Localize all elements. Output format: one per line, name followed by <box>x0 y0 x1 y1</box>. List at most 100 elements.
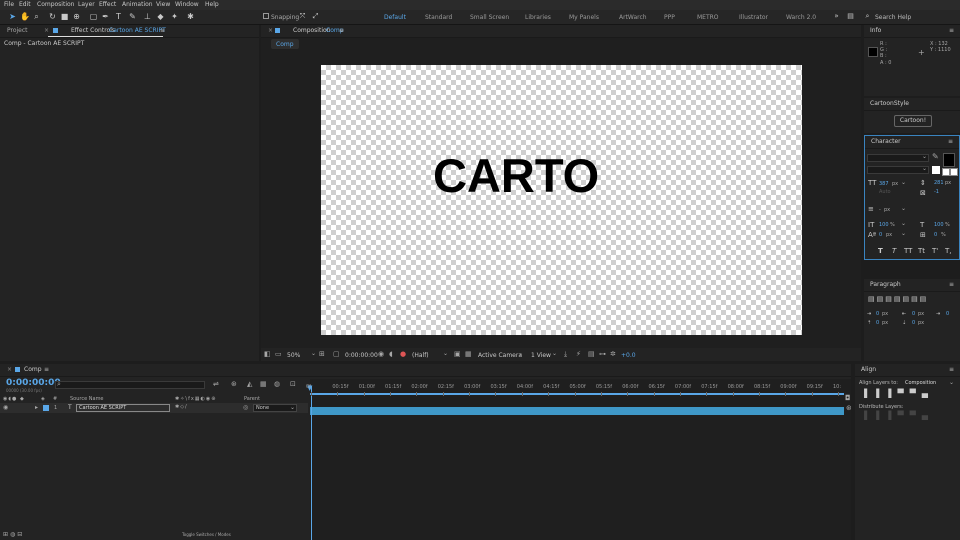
transparency-grid-icon[interactable]: ▦ <box>465 350 472 358</box>
workspace-overflow-icon[interactable]: » <box>832 12 841 21</box>
align-buttons-icons[interactable]: ▐▐▐▀▀▄ <box>861 389 934 398</box>
snapshot-icon[interactable]: ◉ <box>378 350 384 358</box>
workspace-my-panels[interactable]: My Panels <box>569 14 599 21</box>
tab-project[interactable]: Project <box>7 25 28 37</box>
chevron-down-icon[interactable]: ⌄ <box>518 350 523 357</box>
chevron-down-icon[interactable]: ⌄ <box>922 153 927 160</box>
chevron-down-icon[interactable]: ⌄ <box>901 230 906 237</box>
rotate-tool-icon[interactable]: ↻ <box>48 12 57 21</box>
chevron-down-icon[interactable]: ⌄ <box>290 404 295 411</box>
menu-help[interactable]: Help <box>205 1 219 8</box>
panel-menu-icon[interactable]: ≡ <box>949 364 954 376</box>
current-time-indicator[interactable] <box>311 386 312 540</box>
tracking2-value[interactable]: -1 <box>934 189 939 195</box>
no-stroke-swatch[interactable] <box>950 168 958 176</box>
comp-mini-flowchart-icon[interactable]: ⇌ <box>213 380 219 388</box>
pan-behind-tool-icon[interactable]: ⊕ <box>72 12 81 21</box>
faux-bold-button[interactable]: T <box>878 247 883 255</box>
exposure-value[interactable]: +0.0 <box>621 352 636 359</box>
layer-row[interactable]: ◉ ▸ 1 T Cartoon AE SCRIPT ✱◇/ ◎ None ⌄ <box>0 403 308 413</box>
chevron-down-icon[interactable]: ⌄ <box>901 220 906 227</box>
alignment-buttons-icon[interactable]: ▤▤▤▤▤▤▤ <box>868 295 928 303</box>
font-size-value[interactable]: 387 <box>879 181 889 187</box>
superscript-button[interactable]: T' <box>932 247 938 255</box>
workspace-standard[interactable]: Standard <box>425 14 452 21</box>
type-tool-icon[interactable]: T <box>114 12 123 21</box>
indent-left-value[interactable]: 0 <box>876 311 879 317</box>
workspace-switch-icon[interactable]: ▤ <box>846 12 855 21</box>
workspace-default[interactable]: Default <box>384 14 406 21</box>
panel-menu-icon[interactable]: ≡ <box>948 136 953 148</box>
preview-icon[interactable]: ◧ <box>264 350 271 358</box>
canvas-text-layer[interactable]: CARTO <box>433 148 599 204</box>
zoom-slider-icon[interactable]: ◘ <box>845 394 851 402</box>
video-visibility-icon[interactable]: ◉ <box>3 404 8 411</box>
tsume-value[interactable]: 0 <box>934 232 937 238</box>
toggle-pixel-icon[interactable]: ⤓ <box>564 350 567 359</box>
eyedropper-icon[interactable]: ✎ <box>932 152 939 161</box>
menu-window[interactable]: Window <box>175 1 199 8</box>
space-after-value[interactable]: 0 <box>912 320 915 326</box>
pen-tool-icon[interactable]: ✒ <box>101 12 110 21</box>
timeline-icon[interactable]: ▤ <box>588 350 595 358</box>
frame-blending-icon[interactable]: ▦ <box>260 380 267 388</box>
chevron-down-icon[interactable]: ⌄ <box>443 350 448 357</box>
font-style-field[interactable] <box>867 166 929 174</box>
chevron-down-icon[interactable]: ⌄ <box>901 179 906 186</box>
close-icon[interactable]: × <box>7 364 12 376</box>
tab-timeline-comp[interactable]: Comp <box>24 364 42 376</box>
menu-edit[interactable]: Edit <box>19 1 31 8</box>
stroke-color-swatch[interactable] <box>932 166 940 174</box>
snap-options-icon[interactable]: ⤢ <box>311 12 320 21</box>
baseline-value[interactable]: 0 <box>879 232 882 238</box>
puppet-tool-icon[interactable]: ✱ <box>186 12 195 21</box>
workspace-ppp[interactable]: PPP <box>664 14 675 21</box>
comp-timecode[interactable]: 0:00:00:00 <box>345 352 378 359</box>
hscale-value[interactable]: 100 <box>934 222 944 228</box>
show-snapshot-icon[interactable]: ◖ <box>389 350 393 358</box>
panel-menu-icon[interactable]: ≡ <box>949 279 954 291</box>
brush-tool-icon[interactable]: ✎ <box>128 12 137 21</box>
toggle-switches-modes[interactable]: Toggle Switches / Modes <box>182 532 231 537</box>
workspace-libraries[interactable]: Libraries <box>525 14 551 21</box>
snapping-checkbox[interactable] <box>263 13 269 19</box>
layer-switches-icons[interactable]: ✱◇/ <box>175 404 188 410</box>
panel-menu-icon[interactable]: ≡ <box>949 25 954 37</box>
layer-name-field[interactable]: Cartoon AE SCRIPT <box>76 404 170 412</box>
fast-previews-icon[interactable]: ⚡ <box>576 350 581 358</box>
shy-icon[interactable]: ◭ <box>247 380 252 388</box>
expand-arrow-icon[interactable]: ▸ <box>35 404 38 411</box>
workspace-small-screen[interactable]: Small Screen <box>470 14 509 21</box>
chevron-down-icon[interactable]: ⌄ <box>949 379 954 386</box>
distribute-buttons-icons[interactable]: ▐▐▐▀▀▄ <box>861 411 934 420</box>
search-help-input[interactable]: Search Help <box>875 14 911 21</box>
resolution-value[interactable]: (Half) <box>412 352 429 359</box>
safe-margins-icon[interactable]: ⊞ <box>319 350 325 358</box>
menu-animation[interactable]: Animation <box>122 1 153 8</box>
exposure-icon[interactable]: ✲ <box>610 350 616 358</box>
tab-composition[interactable]: Composition <box>293 25 330 37</box>
subscript-button[interactable]: T, <box>945 247 952 255</box>
stroke-value[interactable]: - <box>879 207 881 213</box>
motion-blur-icon[interactable]: ◍ <box>274 380 280 388</box>
layer-name[interactable]: Cartoon AE SCRIPT <box>79 405 126 411</box>
camera-tool-icon[interactable]: ■ <box>60 12 69 21</box>
workspace-artwarch[interactable]: ArtWarch <box>619 14 647 21</box>
panel-menu-icon[interactable]: ≡ <box>44 364 49 376</box>
font-family-field[interactable] <box>867 154 929 162</box>
region-icon[interactable]: ▣ <box>454 350 461 358</box>
selection-tool-icon[interactable]: ➤ <box>8 12 17 21</box>
leading-value[interactable]: Auto <box>879 189 891 195</box>
timeline-search-input[interactable] <box>55 381 205 389</box>
mask-icon[interactable]: ▢ <box>333 350 340 358</box>
menu-view[interactable]: View <box>156 1 170 8</box>
flowchart-icon[interactable]: ⊶ <box>599 350 606 358</box>
color-channel-icon[interactable]: ● <box>400 350 406 358</box>
menu-layer[interactable]: Layer <box>78 1 95 8</box>
draft-3d-icon[interactable]: ⊛ <box>231 380 237 388</box>
tracking-value[interactable]: 281 <box>934 180 944 186</box>
zoom-value[interactable]: 50% <box>287 352 300 359</box>
snap-icon[interactable]: ⤧ <box>298 12 307 21</box>
space-before-value[interactable]: 0 <box>876 320 879 326</box>
parent-pickwhip-icon[interactable]: ◎ <box>243 404 248 411</box>
